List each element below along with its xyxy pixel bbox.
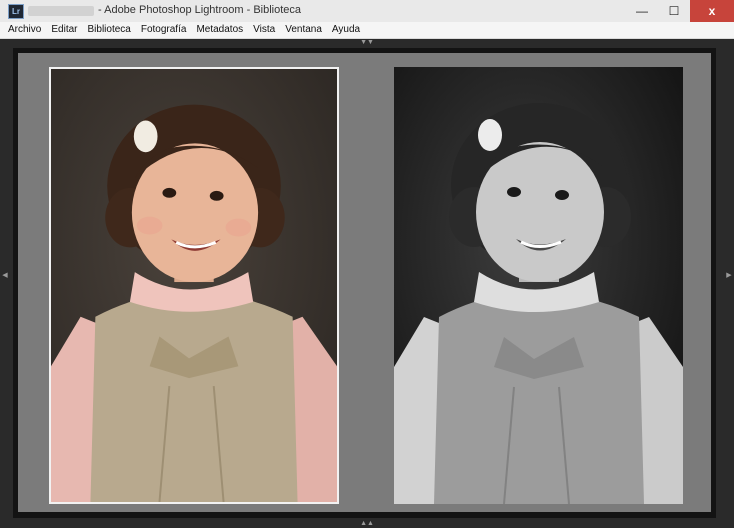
compare-workarea xyxy=(18,53,711,512)
menu-fotografia[interactable]: Fotografía xyxy=(136,22,192,38)
menu-ayuda[interactable]: Ayuda xyxy=(327,22,365,38)
close-button[interactable]: x xyxy=(690,0,734,22)
blurred-catalog-name xyxy=(28,6,94,16)
bw-portrait-image xyxy=(394,67,683,504)
menu-ventana[interactable]: Ventana xyxy=(280,22,327,38)
menu-bar: Archivo Editar Biblioteca Fotografía Met… xyxy=(0,22,734,39)
maximize-icon: ☐ xyxy=(668,4,680,18)
right-panel-toggle-icon[interactable]: ▶ xyxy=(725,272,733,286)
menu-archivo[interactable]: Archivo xyxy=(0,22,46,38)
selected-photo-color[interactable] xyxy=(49,67,339,504)
top-panel-toggle-icon[interactable]: ▼▼ xyxy=(359,39,375,47)
lightroom-app-icon[interactable]: Lr xyxy=(8,4,24,19)
title-bar: Lr - Adobe Photoshop Lightroom - Bibliot… xyxy=(0,0,734,23)
minimize-button[interactable]: — xyxy=(626,0,658,22)
menu-metadatos[interactable]: Metadatos xyxy=(191,22,248,38)
minimize-icon: — xyxy=(636,4,648,18)
left-panel-toggle-icon[interactable]: ◀ xyxy=(1,272,9,286)
maximize-button[interactable]: ☐ xyxy=(658,0,690,22)
menu-vista[interactable]: Vista xyxy=(248,22,280,38)
lightroom-workspace: ▼▼ ▲▲ ◀ ▶ xyxy=(0,39,734,528)
menu-biblioteca[interactable]: Biblioteca xyxy=(82,22,135,38)
window-title: - Adobe Photoshop Lightroom - Biblioteca xyxy=(98,4,302,16)
color-portrait-image xyxy=(51,69,337,502)
compare-view xyxy=(13,48,716,518)
close-icon: x xyxy=(708,4,716,18)
bottom-panel-toggle-icon[interactable]: ▲▲ xyxy=(359,520,375,528)
menu-editar[interactable]: Editar xyxy=(46,22,82,38)
candidate-photo-bw[interactable] xyxy=(394,67,683,504)
